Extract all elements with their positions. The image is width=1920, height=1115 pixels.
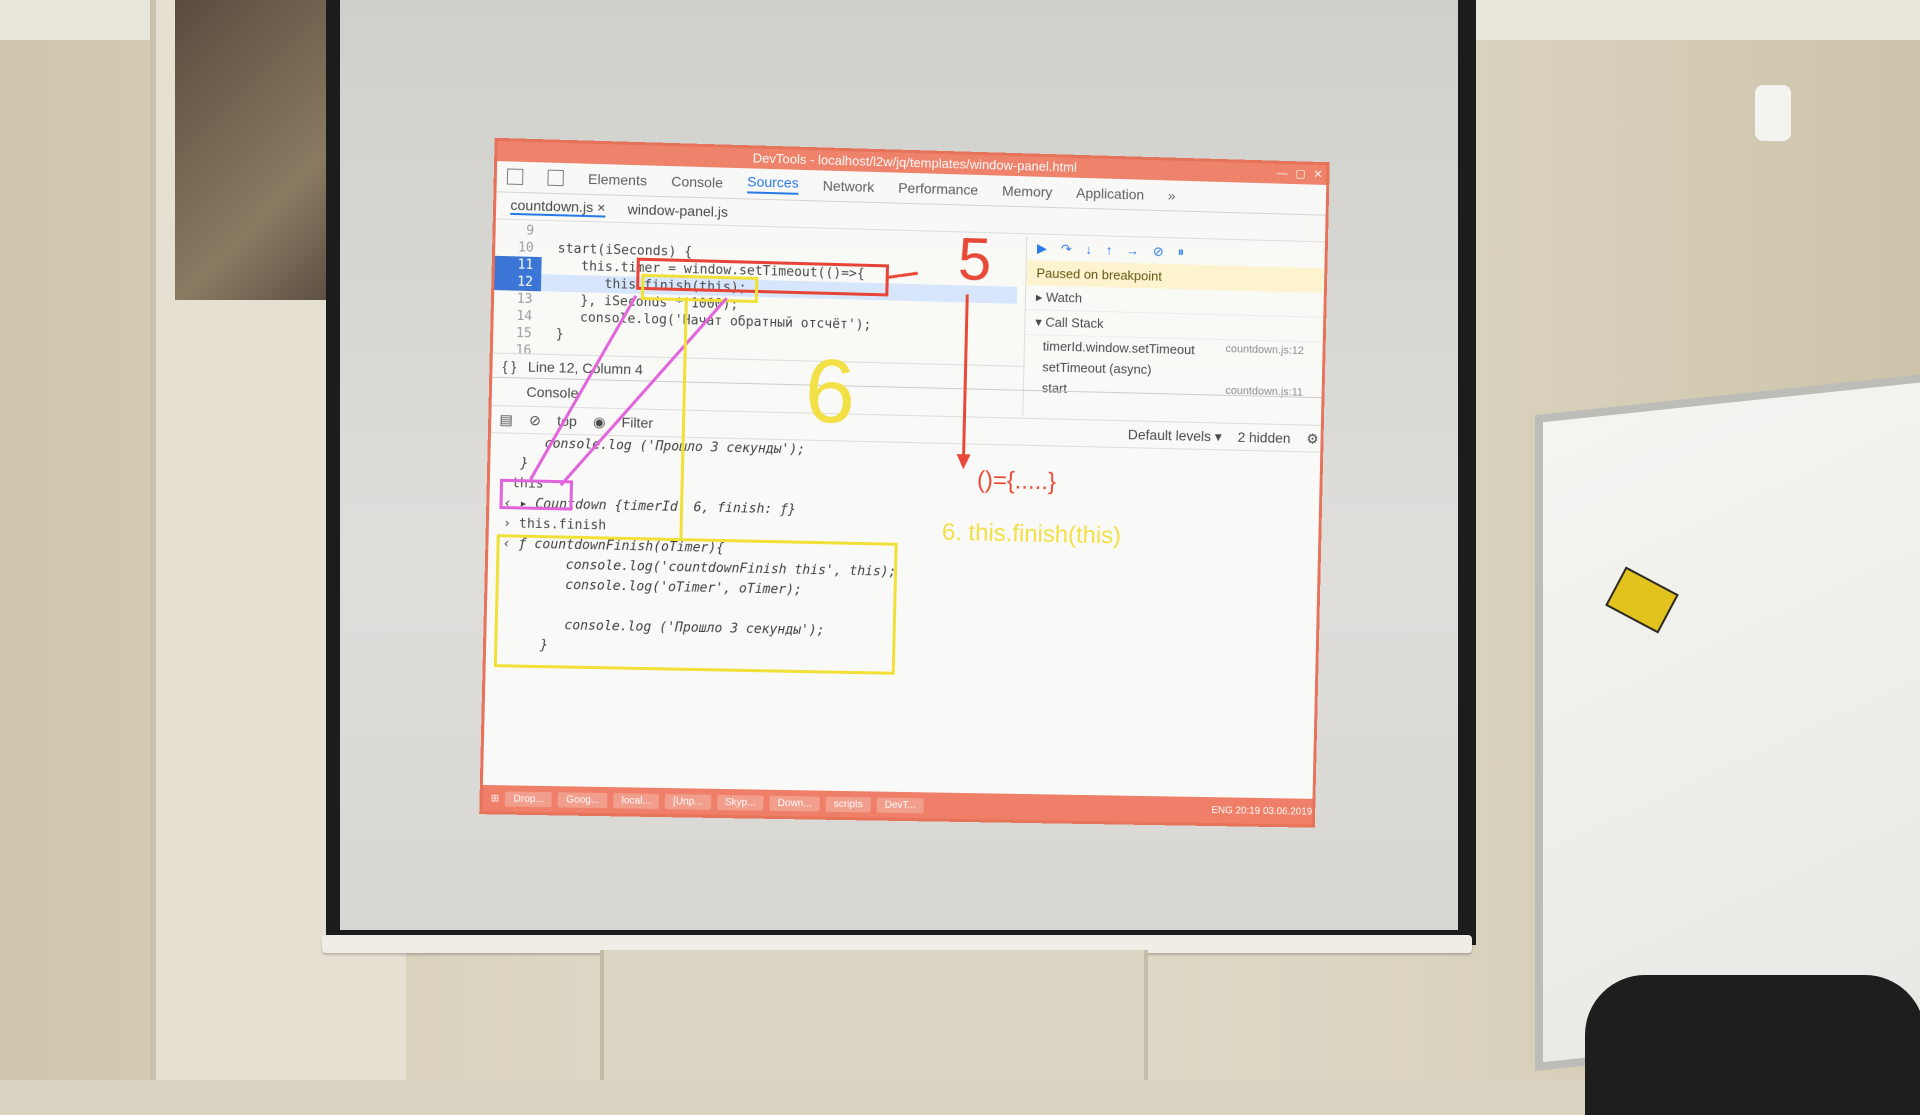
door-below-screen [600, 950, 1148, 1080]
pink-arrow [561, 294, 727, 489]
motion-sensor [1755, 85, 1791, 141]
office-chair [1585, 975, 1920, 1115]
yellow-arrow [681, 297, 686, 538]
projected-devtools-window: DevTools - localhost/l2w/jq/templates/wi… [479, 138, 1330, 828]
red-left-arrow [888, 272, 918, 278]
red-arrowhead [956, 454, 970, 469]
annotation-arrows [482, 141, 1326, 825]
whiteboard [1535, 371, 1920, 1071]
red-down-arrow [964, 295, 968, 460]
pink-arrow [531, 293, 636, 482]
